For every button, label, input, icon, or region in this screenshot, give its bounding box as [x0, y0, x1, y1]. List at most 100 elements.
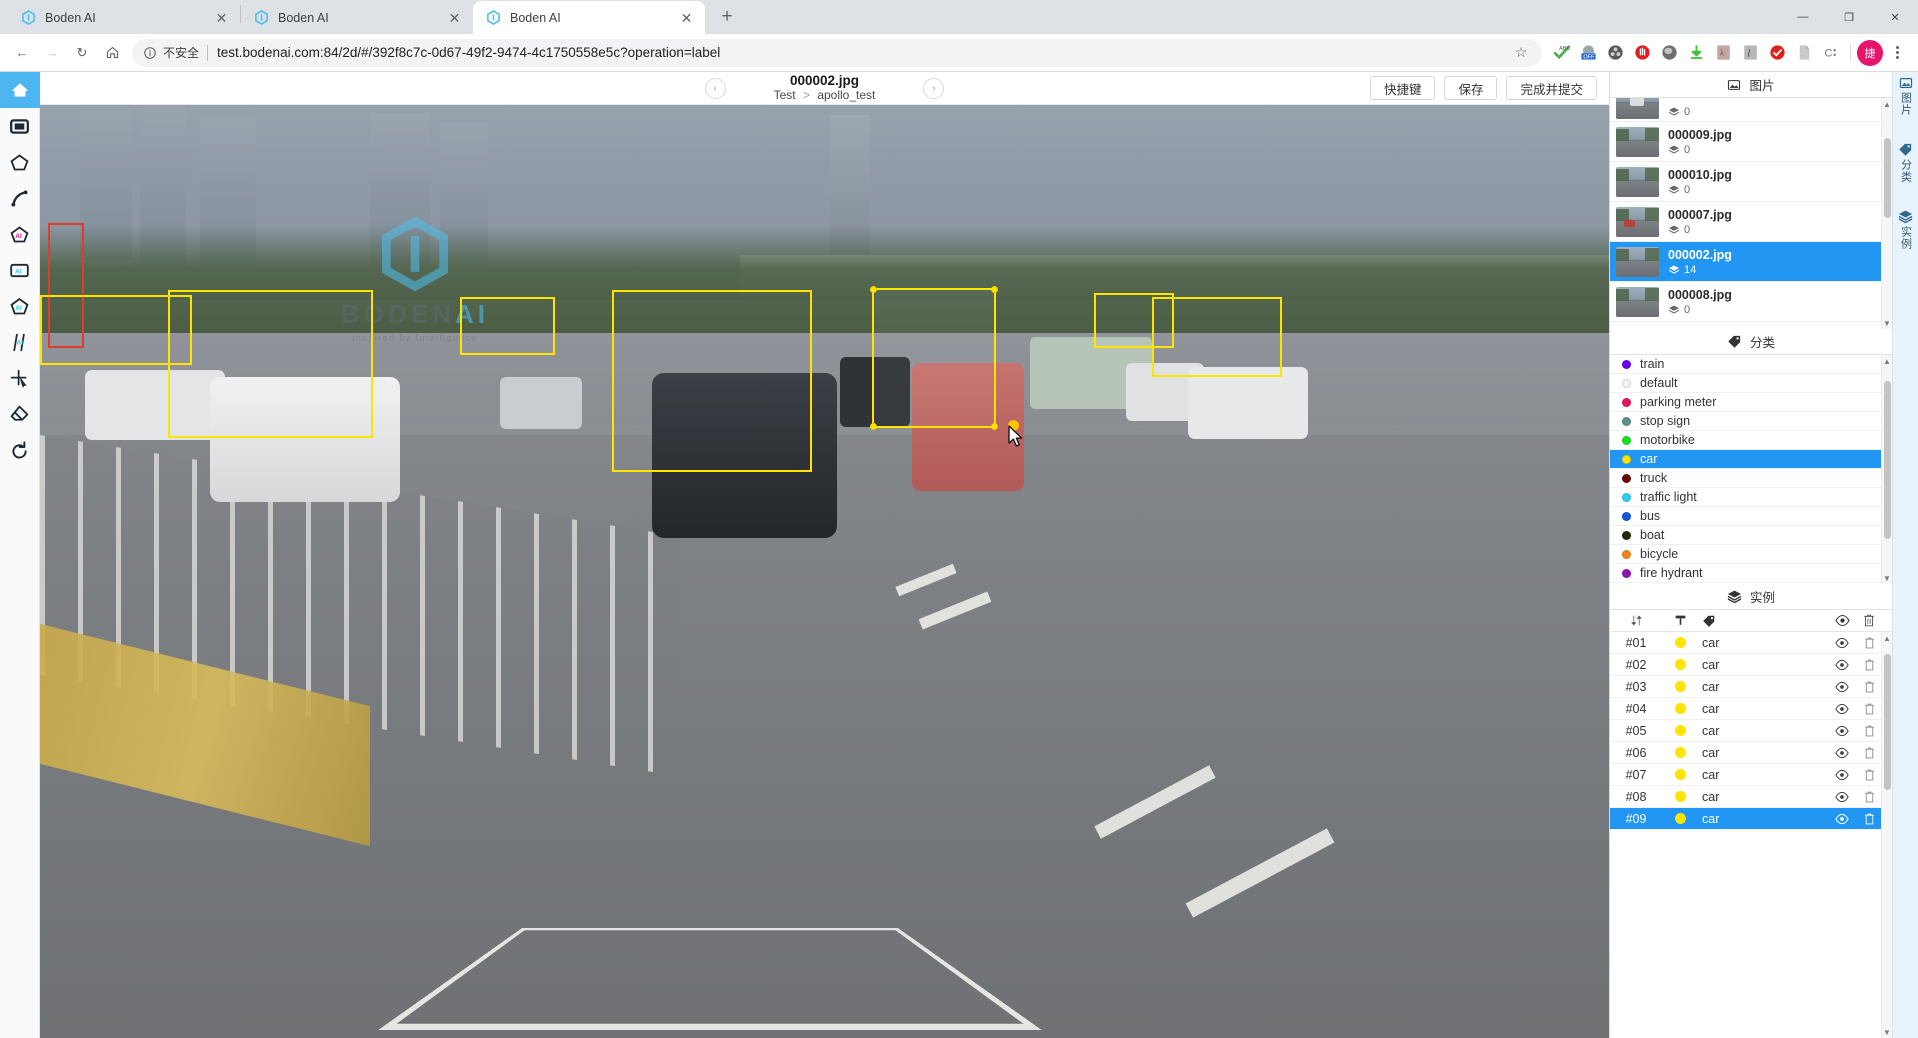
table-row[interactable]: #06 car	[1610, 742, 1892, 764]
list-item-selected[interactable]: 000002.jpg 14	[1610, 242, 1892, 282]
ai-polygon-tool-button[interactable]: AI	[0, 216, 40, 252]
eye-icon[interactable]	[1827, 703, 1857, 715]
list-item[interactable]: 000008.jpg 0	[1610, 282, 1892, 322]
instances-scroll-area[interactable]: #01 car #02 car #03 car #04 car #05 car …	[1610, 632, 1892, 1038]
classes-scrollbar[interactable]: ▲ ▼	[1881, 355, 1892, 584]
class-item-selected[interactable]: car	[1610, 450, 1892, 469]
class-item[interactable]: bus	[1610, 507, 1892, 526]
breadcrumb-root[interactable]: Test	[774, 88, 796, 102]
browser-tab-1[interactable]: Boden AI ✕	[8, 1, 240, 34]
instances-scrollbar[interactable]: ▲ ▼	[1881, 632, 1892, 1038]
table-row[interactable]: #04 car	[1610, 698, 1892, 720]
list-item[interactable]: 000007.jpg 0	[1610, 202, 1892, 242]
table-row[interactable]: #03 car	[1610, 676, 1892, 698]
trash-icon[interactable]	[1857, 747, 1881, 759]
prev-image-button[interactable]: ‹	[704, 77, 726, 99]
table-row[interactable]: #01 car	[1610, 632, 1892, 654]
eye-icon[interactable]	[1827, 681, 1857, 693]
checkmark-badge-icon[interactable]	[1764, 40, 1790, 66]
eraser-tool-button[interactable]	[0, 396, 40, 432]
browser-tab-2[interactable]: Boden AI ✕	[241, 1, 473, 34]
url-text[interactable]: test.bodenai.com:84/2d/#/392f8c7c-0d67-4…	[217, 45, 1510, 60]
grammar-check-icon[interactable]: ABC	[1548, 40, 1574, 66]
color-icon[interactable]	[1662, 614, 1698, 627]
select-tool-button[interactable]	[0, 360, 40, 396]
resize-handle-bottom-right[interactable]	[991, 423, 998, 430]
avatar[interactable]: 捷	[1857, 39, 1883, 66]
tab-instances[interactable]: 实例	[1893, 209, 1918, 250]
images-scroll-area[interactable]: 0 000009.jpg 0 000010.jpg 0 000007.jpg 0…	[1610, 98, 1892, 329]
trash-icon[interactable]	[1857, 614, 1881, 627]
classes-scroll-area[interactable]: train default parking meter stop sign mo…	[1610, 355, 1892, 584]
class-item[interactable]: traffic light	[1610, 488, 1892, 507]
sort-icon[interactable]	[1610, 614, 1662, 627]
eye-icon[interactable]	[1827, 747, 1857, 759]
annotation-box-selected[interactable]	[870, 286, 998, 430]
tab-close-icon[interactable]: ✕	[678, 9, 695, 26]
class-item[interactable]: bicycle	[1610, 545, 1892, 564]
window-close-button[interactable]: ✕	[1872, 0, 1918, 34]
eye-icon[interactable]	[1827, 659, 1857, 671]
class-item[interactable]: motorbike	[1610, 431, 1892, 450]
eye-icon[interactable]	[1827, 637, 1857, 649]
address-bar[interactable]: 不安全 test.bodenai.com:84/2d/#/392f8c7c-0d…	[132, 38, 1542, 67]
window-minimize-button[interactable]: —	[1780, 0, 1826, 34]
save-button[interactable]: 保存	[1444, 76, 1498, 100]
class-item[interactable]: train	[1610, 355, 1892, 374]
window-maximize-button[interactable]: ❐	[1826, 0, 1872, 34]
scroll-up-arrow[interactable]: ▲	[1882, 355, 1892, 367]
trash-icon[interactable]	[1857, 681, 1881, 693]
resize-handle-top-left[interactable]	[870, 286, 877, 293]
annotation-box[interactable]	[612, 290, 812, 472]
list-item[interactable]: 000009.jpg 0	[1610, 122, 1892, 162]
class-item[interactable]: truck	[1610, 469, 1892, 488]
eye-icon[interactable]	[1827, 791, 1857, 803]
annotation-canvas[interactable]: BODENAI Inspired by Intelligence	[40, 105, 1609, 1038]
table-row-selected[interactable]: #09 car	[1610, 808, 1892, 830]
document-icon[interactable]	[1791, 40, 1817, 66]
stop-hand-icon[interactable]	[1629, 40, 1655, 66]
forward-icon[interactable]: →	[38, 39, 66, 67]
scrollbar-thumb[interactable]	[1884, 654, 1891, 790]
video-reel-icon[interactable]	[1602, 40, 1628, 66]
bookmark-star-icon[interactable]: ☆	[1510, 42, 1532, 64]
class-item[interactable]: default	[1610, 374, 1892, 393]
list-item[interactable]: 0	[1610, 98, 1892, 122]
eye-icon[interactable]	[1827, 769, 1857, 781]
trash-icon[interactable]	[1857, 791, 1881, 803]
breadcrumb-leaf[interactable]: apollo_test	[817, 88, 875, 102]
resize-handle-top-right[interactable]	[991, 286, 998, 293]
table-row[interactable]: #02 car	[1610, 654, 1892, 676]
eye-icon[interactable]	[1827, 614, 1857, 627]
eye-icon[interactable]	[1827, 813, 1857, 825]
trash-icon[interactable]	[1857, 659, 1881, 671]
scroll-down-arrow[interactable]: ▼	[1882, 572, 1892, 584]
rectangle-tool-button[interactable]	[0, 108, 40, 144]
undo-tool-button[interactable]	[0, 432, 40, 468]
download-arrow-icon[interactable]	[1683, 40, 1709, 66]
info-circle-icon[interactable]	[142, 45, 158, 61]
new-tab-button[interactable]: +	[713, 3, 741, 31]
ai-polygon2-tool-button[interactable]: AI	[0, 288, 40, 324]
class-item[interactable]: parking meter	[1610, 393, 1892, 412]
resize-handle-bottom-left[interactable]	[870, 423, 877, 430]
class-item[interactable]: stop sign	[1610, 412, 1892, 431]
table-row[interactable]: #05 car	[1610, 720, 1892, 742]
scroll-up-arrow[interactable]: ▲	[1882, 98, 1892, 110]
table-row[interactable]: #08 car	[1610, 786, 1892, 808]
scroll-down-arrow[interactable]: ▼	[1882, 317, 1892, 329]
trash-icon[interactable]	[1857, 637, 1881, 649]
list-item[interactable]: 000010.jpg 0	[1610, 162, 1892, 202]
pdf-icon[interactable]: λ	[1710, 40, 1736, 66]
sphere-icon[interactable]	[1656, 40, 1682, 66]
polygon-tool-button[interactable]	[0, 144, 40, 180]
trash-icon[interactable]	[1857, 813, 1881, 825]
annotation-box[interactable]	[168, 290, 373, 438]
tab-close-icon[interactable]: ✕	[213, 9, 230, 26]
scrollbar-thumb[interactable]	[1884, 138, 1891, 218]
shortcuts-button[interactable]: 快捷键	[1369, 76, 1436, 100]
tag-icon[interactable]	[1698, 614, 1827, 628]
home-icon[interactable]	[98, 39, 126, 67]
annotation-box[interactable]	[460, 297, 555, 355]
tab-classes[interactable]: 分类	[1893, 142, 1918, 183]
